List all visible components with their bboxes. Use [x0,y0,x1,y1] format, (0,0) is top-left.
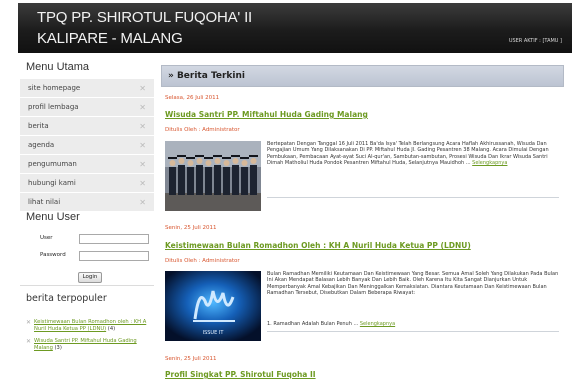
view-count: (4) [107,326,116,332]
menu-user-title: Menu User [26,211,80,223]
post-date: Selasa, 26 Juli 2011 [165,95,220,101]
close-x-icon: ✕ [139,102,146,112]
read-more-link[interactable]: Selengkapnya [472,160,507,166]
excerpt-text: 1. Ramadhan Adalah Bulan Penuh ... [267,321,359,327]
post-author: Ditulis Oleh : Administrator [165,127,240,133]
graduation-photo[interactable] [165,141,261,211]
menu-item-lihat-nilai[interactable]: lihat nilai ✕ [20,193,154,212]
post-title-link[interactable]: Profil Singkat PP. Shirotul Fuqoha II [165,370,316,379]
menu-item-label: site homepage [28,84,81,92]
post-date: Senin, 25 Juli 2011 [165,356,217,362]
post-excerpt-continued: 1. Ramadhan Adalah Bulan Penuh ... Selen… [267,321,559,327]
page: TPQ PP. SHIROTUL FUQOHA' II KALIPARE - M… [18,3,572,379]
close-x-icon: ✕ [139,140,146,150]
password-input[interactable] [79,251,149,261]
close-x-icon: ✕ [139,178,146,188]
close-x-icon: ✕ [26,319,32,326]
sidebar: Menu Utama site homepage ✕ profil lembaga… [20,59,154,379]
menu-item-hubungi-kami[interactable]: hubungi kami ✕ [20,174,154,193]
view-count: (3) [54,345,62,351]
menu-item-label: hubungi kami [28,179,76,187]
image-caption: ISSUE IT [203,330,225,336]
main-content: » Berita Terkini Selasa, 26 Juli 2011 Wi… [161,65,564,379]
menu-item-berita[interactable]: berita ✕ [20,117,154,136]
close-x-icon: ✕ [139,159,146,169]
menu-item-label: berita [28,122,49,130]
menu-item-label: pengumuman [28,160,77,168]
divider [20,285,154,286]
menu-utama-title: Menu Utama [26,61,89,73]
divider [267,197,559,198]
post-excerpt: Bulan Ramadhan Memiliki Keutamaan Dan Ke… [267,271,559,296]
menu-item-profil-lembaga[interactable]: profil lembaga ✕ [20,98,154,117]
password-label: Password [40,252,66,258]
menu-item-agenda[interactable]: agenda ✕ [20,136,154,155]
read-more-link[interactable]: Selengkapnya [360,321,395,327]
excerpt-text: Bulan Ramadhan Memiliki Keutamaan Dan Ke… [267,271,559,296]
post-title-link[interactable]: Keistimewaan Bulan Romadhon Oleh : KH A … [165,241,471,250]
menu-item-site-homepage[interactable]: site homepage ✕ [20,79,154,98]
login-button[interactable]: Login [78,272,102,283]
section-header: » Berita Terkini [161,65,564,87]
post-excerpt: Bertepatan Dengan Tanggal 16 Juli 2011 B… [267,141,559,166]
user-row: User [20,231,154,248]
password-row: Password [20,248,154,265]
allah-calligraphy-image[interactable]: ISSUE IT [165,271,261,341]
menu-item-label: agenda [28,141,55,149]
user-label: User [40,235,53,241]
main-menu: site homepage ✕ profil lembaga ✕ berita ✕ a… [20,79,154,212]
list-item: ✕ Keistimewaan Bulan Romadhon oleh : KH … [26,319,154,333]
menu-item-label: lihat nilai [28,198,61,206]
username-input[interactable] [79,234,149,244]
list-item: ✕ Wisuda Santri PP. Miftahul Huda Gading… [26,338,154,352]
divider [267,331,559,332]
close-x-icon: ✕ [139,197,146,207]
popular-news-link[interactable]: Keistimewaan Bulan Romadhon oleh : KH A … [34,319,146,332]
close-x-icon: ✕ [139,83,146,93]
post-author: Ditulis Oleh : Administrator [165,258,240,264]
popular-news-list: ✕ Keistimewaan Bulan Romadhon oleh : KH … [26,319,154,357]
close-x-icon: ✕ [26,338,32,345]
popular-news-title: berita terpopuler [26,293,107,304]
menu-item-label: profil lembaga [28,103,79,111]
post-title-link[interactable]: Wisuda Santri PP. Miftahul Huda Gading M… [165,110,368,119]
user-status: USER AKTIF : [TAMU ] [508,38,562,44]
site-title-line2: KALIPARE - MALANG [37,30,183,47]
login-form: User Password Login [20,231,154,283]
popular-news-link[interactable]: Wisuda Santri PP. Miftahul Huda Gading M… [34,338,137,351]
close-x-icon: ✕ [139,121,146,131]
site-title-line1: TPQ PP. SHIROTUL FUQOHA' II [37,9,253,26]
post-date: Senin, 25 Juli 2011 [165,225,217,231]
site-header: TPQ PP. SHIROTUL FUQOHA' II KALIPARE - M… [18,3,572,53]
menu-item-pengumuman[interactable]: pengumuman ✕ [20,155,154,174]
